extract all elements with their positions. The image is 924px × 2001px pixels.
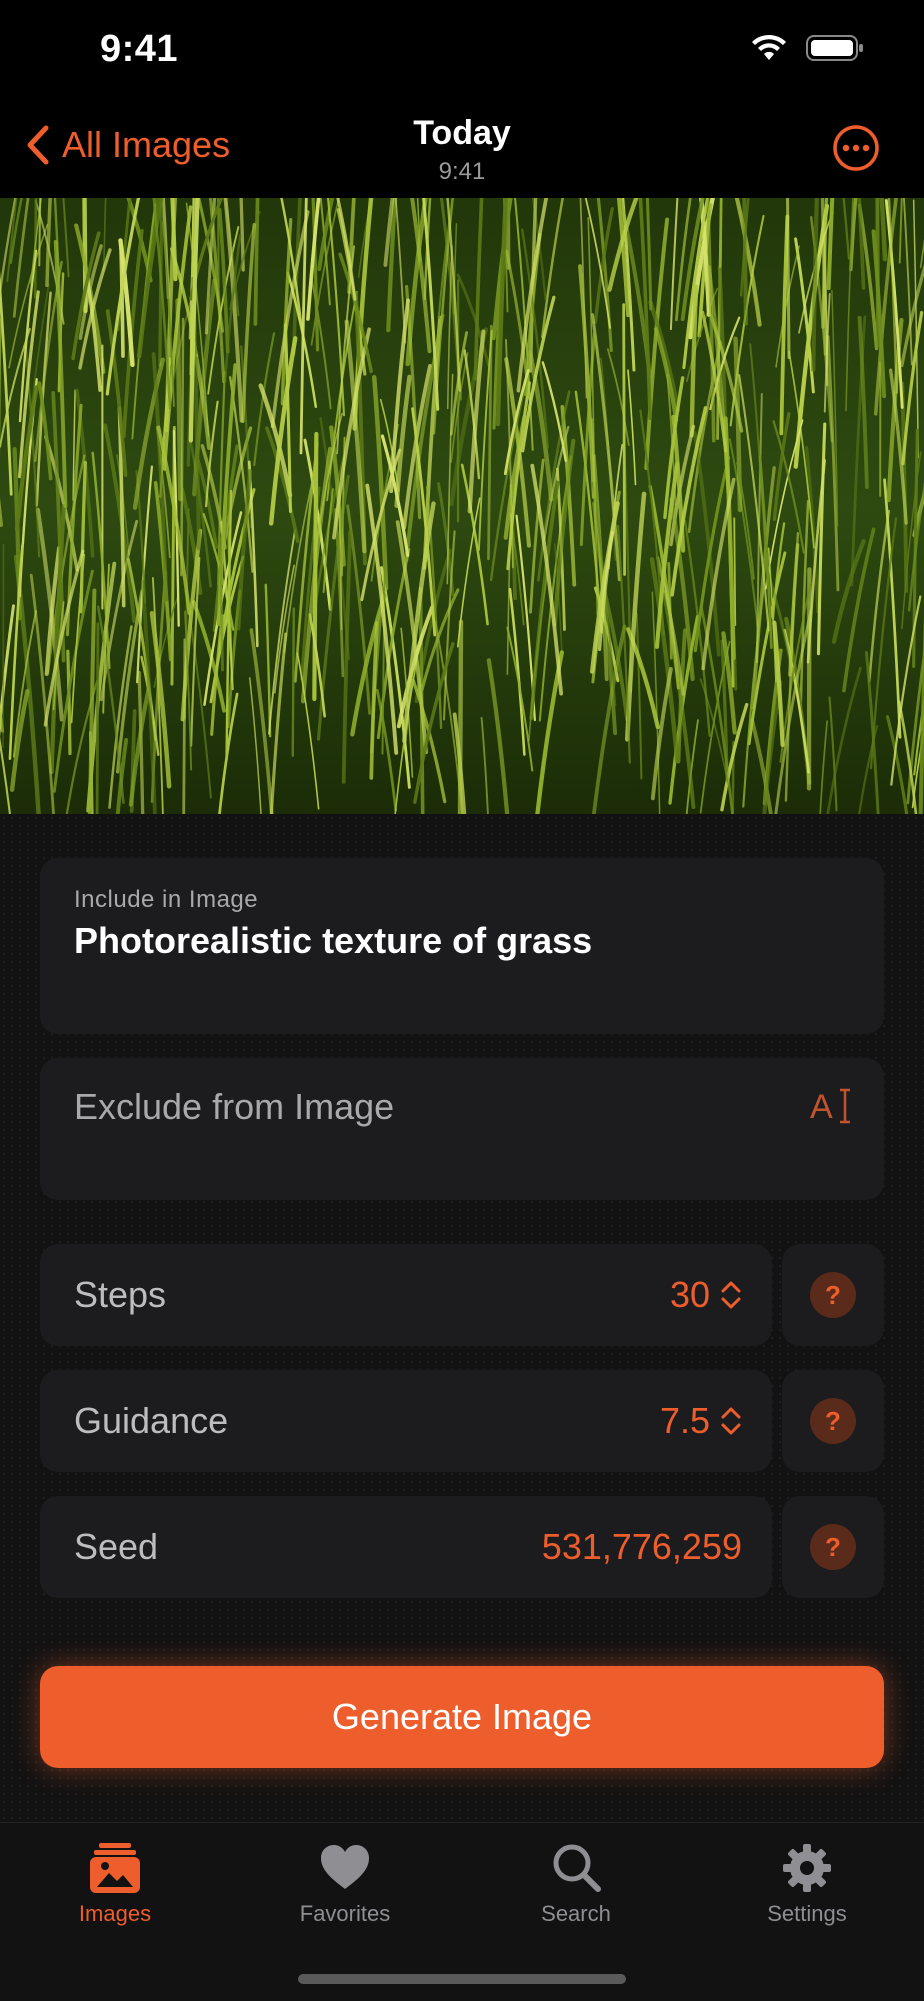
seed-label: Seed: [74, 1526, 158, 1568]
gear-icon: [781, 1841, 833, 1895]
page-subtitle: 9:41: [0, 158, 924, 186]
heart-icon: [319, 1841, 371, 1895]
guidance-label: Guidance: [74, 1400, 228, 1442]
chevron-up-down-icon: [720, 1279, 742, 1311]
generate-image-button[interactable]: Generate Image: [40, 1666, 884, 1768]
ellipsis-circle-icon: [832, 124, 880, 172]
guidance-value: 7.5: [660, 1400, 710, 1442]
generated-image[interactable]: [0, 198, 924, 814]
svg-text:A: A: [810, 1088, 833, 1126]
grass-blade: [787, 198, 789, 358]
tab-search-label: Search: [541, 1901, 611, 1927]
seed-help-button[interactable]: ?: [782, 1496, 884, 1598]
page-title: Today: [0, 114, 924, 153]
chevron-up-down-icon: [720, 1405, 742, 1437]
tab-favorites-label: Favorites: [300, 1901, 390, 1927]
tab-settings-label: Settings: [767, 1901, 847, 1927]
steps-stepper[interactable]: 30: [670, 1274, 742, 1316]
wifi-icon: [750, 34, 788, 62]
images-icon: [89, 1841, 141, 1895]
steps-value: 30: [670, 1274, 710, 1316]
home-indicator: [298, 1974, 626, 1984]
include-label: Include in Image: [74, 886, 258, 914]
grass-blade: [293, 609, 294, 756]
steps-label: Steps: [74, 1274, 166, 1316]
exclude-placeholder: Exclude from Image: [74, 1086, 394, 1128]
battery-icon: [806, 34, 864, 62]
more-button[interactable]: [832, 124, 880, 172]
guidance-stepper[interactable]: 7.5: [660, 1400, 742, 1442]
tab-favorites[interactable]: Favorites: [255, 1841, 435, 1927]
seed-value[interactable]: 531,776,259: [542, 1526, 742, 1568]
grass-blade: [460, 622, 461, 814]
exclude-prompt-field[interactable]: Exclude from Image A: [40, 1058, 884, 1200]
question-icon: ?: [810, 1398, 856, 1444]
nav-bar: All Images Today 9:41: [0, 104, 924, 198]
include-prompt-field[interactable]: Include in Image Photorealistic texture …: [40, 858, 884, 1034]
grass-blade: [97, 624, 98, 814]
grass-texture-image: [0, 198, 924, 814]
status-bar: 9:41: [0, 0, 924, 104]
guidance-row[interactable]: Guidance 7.5: [40, 1370, 772, 1472]
text-cursor-icon[interactable]: A: [810, 1084, 854, 1128]
question-icon: ?: [810, 1272, 856, 1318]
seed-row[interactable]: Seed 531,776,259: [40, 1496, 772, 1598]
tab-settings[interactable]: Settings: [717, 1841, 897, 1927]
tab-images-label: Images: [79, 1901, 151, 1927]
steps-help-button[interactable]: ?: [782, 1244, 884, 1346]
steps-row[interactable]: Steps 30: [40, 1244, 772, 1346]
status-time: 9:41: [100, 28, 178, 71]
tab-search[interactable]: Search: [486, 1841, 666, 1927]
question-icon: ?: [810, 1524, 856, 1570]
grass-blade: [624, 305, 625, 575]
tab-images[interactable]: Images: [25, 1841, 205, 1927]
status-icons: [750, 34, 864, 62]
include-value: Photorealistic texture of grass: [74, 920, 592, 962]
guidance-help-button[interactable]: ?: [782, 1370, 884, 1472]
magnifier-icon: [550, 1841, 602, 1895]
